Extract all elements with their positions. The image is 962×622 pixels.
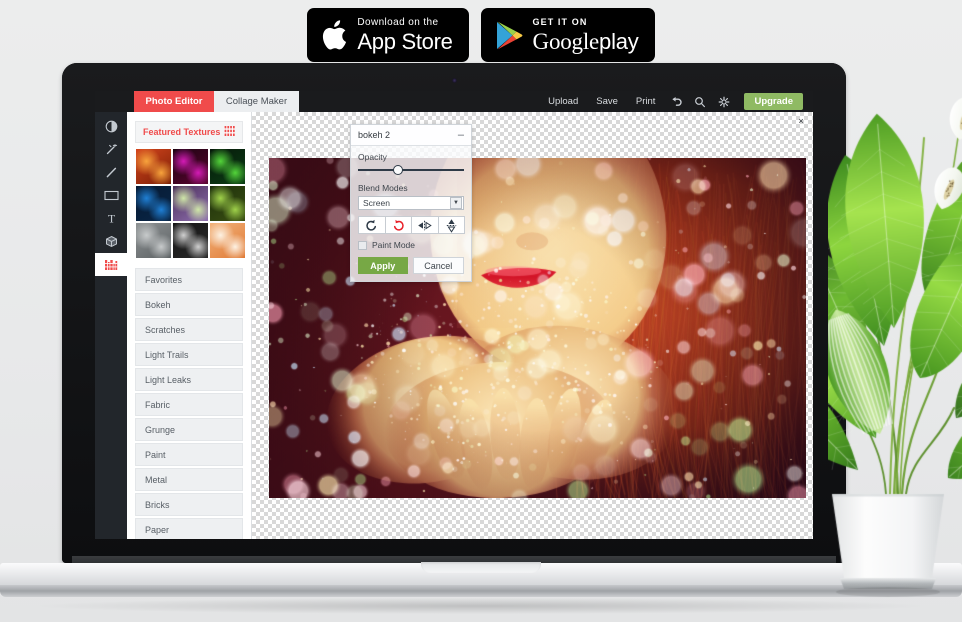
- app-store-badge[interactable]: Download on the App Store: [307, 8, 468, 62]
- minimize-icon[interactable]: –: [458, 131, 464, 139]
- laptop: Photo Editor Collage Maker Upload Save P…: [62, 63, 846, 563]
- texture-category-list: Favorites Bokeh Scratches Light Trails Light…: [135, 268, 243, 539]
- layer-adjust-panel[interactable]: bokeh 2 – Opacity Blend Modes Screen ▼ P…: [350, 124, 472, 282]
- laptop-open-notch: [421, 562, 541, 573]
- texture-category-favorites[interactable]: Favorites: [135, 268, 243, 291]
- flip-horizontal-icon[interactable]: [411, 216, 439, 234]
- canvas-area[interactable]: × bokeh 2 – Opacity Blend Modes Screen ▼…: [252, 112, 813, 539]
- slider-knob[interactable]: [393, 165, 403, 175]
- google-play-thin-label: play: [599, 29, 639, 54]
- tab-photo-editor-label: Photo Editor: [146, 96, 203, 107]
- potted-plant: [828, 78, 962, 598]
- panel-title: bokeh 2: [358, 130, 390, 140]
- texture-thumb-light-leak-pastel[interactable]: [173, 186, 208, 221]
- rotate-right-icon[interactable]: [385, 216, 413, 234]
- opacity-label: Opacity: [358, 152, 464, 162]
- texture-thumb-grunge-concrete[interactable]: [136, 223, 171, 258]
- apply-button[interactable]: Apply: [358, 257, 408, 274]
- texture-category-metal[interactable]: Metal: [135, 468, 243, 491]
- panel-body: Opacity Blend Modes Screen ▼ Paint Mode …: [351, 146, 471, 281]
- laptop-base-lip: [0, 585, 962, 597]
- texture-category-scratches[interactable]: Scratches: [135, 318, 243, 341]
- texture-category-paper[interactable]: Paper: [135, 518, 243, 539]
- tab-collage-maker[interactable]: Collage Maker: [214, 91, 299, 112]
- slider-track: [358, 169, 464, 171]
- chevron-down-icon[interactable]: ▼: [450, 197, 462, 209]
- close-icon[interactable]: ×: [795, 115, 807, 127]
- paint-mode-label: Paint Mode: [372, 240, 415, 250]
- texture-category-bricks[interactable]: Bricks: [135, 493, 243, 516]
- texture-category-fabric[interactable]: Fabric: [135, 393, 243, 416]
- app-store-small-label: Download on the: [357, 18, 452, 28]
- rotate-left-icon[interactable]: [358, 216, 386, 234]
- paint-mode-checkbox[interactable]: [358, 241, 367, 250]
- apple-icon: [321, 20, 347, 51]
- laptop-screen: Photo Editor Collage Maker Upload Save P…: [95, 91, 813, 539]
- texture-category-light-trails[interactable]: Light Trails: [135, 343, 243, 366]
- webcam-icon: [452, 78, 457, 83]
- laptop-base: [0, 563, 962, 601]
- upload-button[interactable]: Upload: [539, 91, 587, 112]
- panel-header: bokeh 2 –: [351, 125, 471, 146]
- featured-textures-label: Featured Textures: [143, 127, 220, 137]
- blend-mode-value: Screen: [363, 198, 390, 208]
- texture-thumb-metal-radial[interactable]: [173, 223, 208, 258]
- laptop-base-top: [0, 563, 962, 587]
- cube-3d-icon[interactable]: [95, 230, 127, 253]
- text-tool-icon[interactable]: T: [95, 207, 127, 230]
- texture-category-paint[interactable]: Paint: [135, 443, 243, 466]
- google-play-icon: [495, 20, 523, 51]
- tab-collage-maker-label: Collage Maker: [226, 96, 287, 107]
- top-toolbar: Upload Save Print Upgrade: [299, 91, 813, 112]
- texture-thumb-bokeh-orange[interactable]: [136, 149, 171, 184]
- svg-text:T: T: [107, 212, 115, 225]
- contrast-adjust-icon[interactable]: [95, 115, 127, 138]
- texture-thumb-light-leak-warm[interactable]: [210, 186, 245, 221]
- work-area: T Featured Textures Favorites Bokeh Scra…: [95, 112, 813, 539]
- magnifier-icon[interactable]: [690, 91, 710, 112]
- store-badges: Download on the App Store GET IT ON Goog…: [0, 8, 962, 64]
- paint-mode-row[interactable]: Paint Mode: [358, 240, 464, 250]
- texture-thumb-paper-orange[interactable]: [210, 223, 245, 258]
- blend-modes-label: Blend Modes: [358, 183, 464, 193]
- tab-photo-editor[interactable]: Photo Editor: [134, 91, 214, 112]
- frame-crop-icon[interactable]: [95, 184, 127, 207]
- gear-icon[interactable]: [714, 91, 734, 112]
- texture-thumb-bokeh-magenta[interactable]: [173, 149, 208, 184]
- save-button[interactable]: Save: [587, 91, 627, 112]
- opacity-slider[interactable]: [358, 165, 464, 175]
- google-play-small-label: GET IT ON: [533, 18, 639, 27]
- panel-action-row: Apply Cancel: [358, 257, 464, 274]
- tool-rail: T: [95, 112, 127, 539]
- brush-icon[interactable]: [95, 161, 127, 184]
- texture-thumb-light-trails-green[interactable]: [210, 149, 245, 184]
- upgrade-button[interactable]: Upgrade: [744, 93, 803, 110]
- blend-mode-select[interactable]: Screen ▼: [358, 196, 464, 210]
- laptop-lid: Photo Editor Collage Maker Upload Save P…: [62, 63, 846, 563]
- texture-thumb-light-trails-blue[interactable]: [136, 186, 171, 221]
- print-button[interactable]: Print: [627, 91, 665, 112]
- featured-textures-header[interactable]: Featured Textures: [135, 121, 243, 143]
- undo-arrow-icon[interactable]: [666, 91, 686, 112]
- magic-wand-icon[interactable]: [95, 138, 127, 161]
- sliders-icon[interactable]: [224, 123, 235, 141]
- textures-grid-icon[interactable]: [95, 253, 127, 276]
- texture-category-light-leaks[interactable]: Light Leaks: [135, 368, 243, 391]
- texture-category-grunge[interactable]: Grunge: [135, 418, 243, 441]
- transform-button-row: [358, 216, 464, 234]
- texture-category-bokeh[interactable]: Bokeh: [135, 293, 243, 316]
- textures-sidebar: Featured Textures Favorites Bokeh Scratche…: [127, 112, 252, 539]
- google-play-big-label: Google: [533, 29, 600, 54]
- google-play-badge[interactable]: GET IT ON Googleplay: [481, 8, 655, 62]
- cancel-button[interactable]: Cancel: [413, 257, 465, 274]
- texture-thumbnail-grid: [136, 149, 251, 258]
- flip-vertical-icon[interactable]: [438, 216, 466, 234]
- app-store-big-label: App Store: [357, 31, 452, 53]
